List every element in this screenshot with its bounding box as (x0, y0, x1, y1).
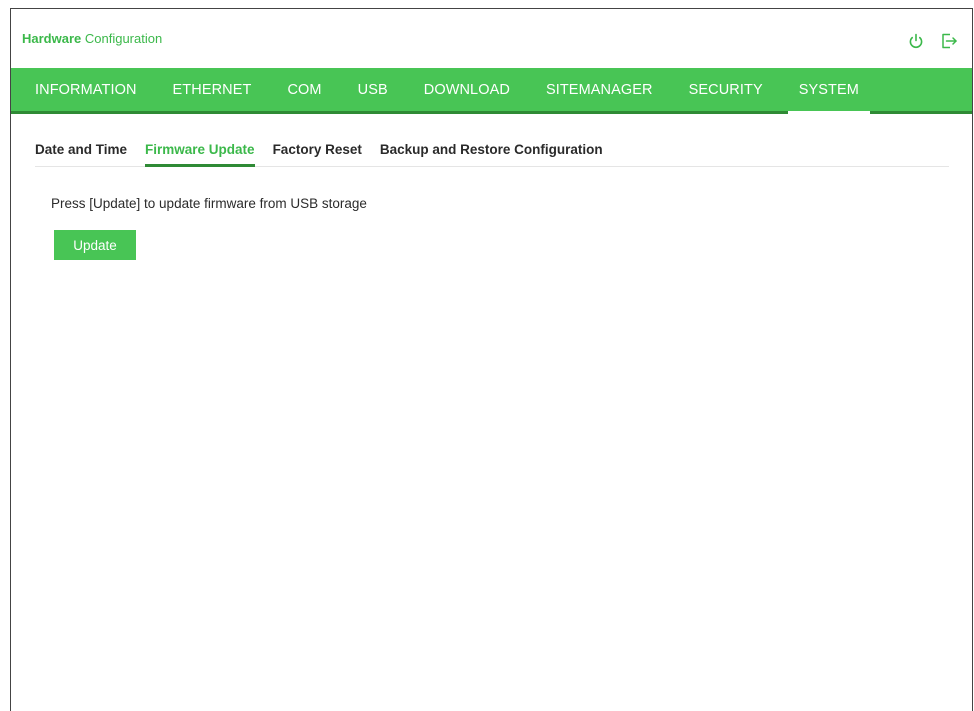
main-nav: INFORMATION ETHERNET COM USB DOWNLOAD SI… (11, 68, 972, 114)
app-header: Hardware Configuration (11, 9, 972, 68)
nav-item-sitemanager[interactable]: SITEMANAGER (535, 68, 664, 111)
tab-date-and-time[interactable]: Date and Time (35, 136, 127, 166)
nav-item-usb[interactable]: USB (347, 68, 399, 111)
header-actions (907, 28, 958, 50)
nav-item-information[interactable]: INFORMATION (24, 68, 148, 111)
update-button[interactable]: Update (54, 230, 136, 260)
nav-item-security[interactable]: SECURITY (678, 68, 774, 111)
tab-backup-restore[interactable]: Backup and Restore Configuration (380, 136, 603, 166)
nav-item-com[interactable]: COM (276, 68, 332, 111)
app-window: Hardware Configuration INFORMATION ETHER… (10, 8, 973, 711)
system-subtabs: Date and Time Firmware Update Factory Re… (35, 136, 949, 167)
power-icon[interactable] (907, 32, 925, 50)
tab-firmware-update[interactable]: Firmware Update (145, 136, 255, 167)
nav-item-download[interactable]: DOWNLOAD (413, 68, 521, 111)
app-title: Hardware Configuration (22, 31, 162, 46)
app-title-rest: Configuration (81, 31, 163, 46)
tab-factory-reset[interactable]: Factory Reset (273, 136, 362, 166)
app-title-bold: Hardware (22, 31, 82, 46)
nav-item-ethernet[interactable]: ETHERNET (162, 68, 263, 111)
firmware-instruction-text: Press [Update] to update firmware from U… (51, 196, 367, 211)
logout-icon[interactable] (940, 32, 958, 50)
nav-item-system[interactable]: SYSTEM (787, 68, 871, 114)
